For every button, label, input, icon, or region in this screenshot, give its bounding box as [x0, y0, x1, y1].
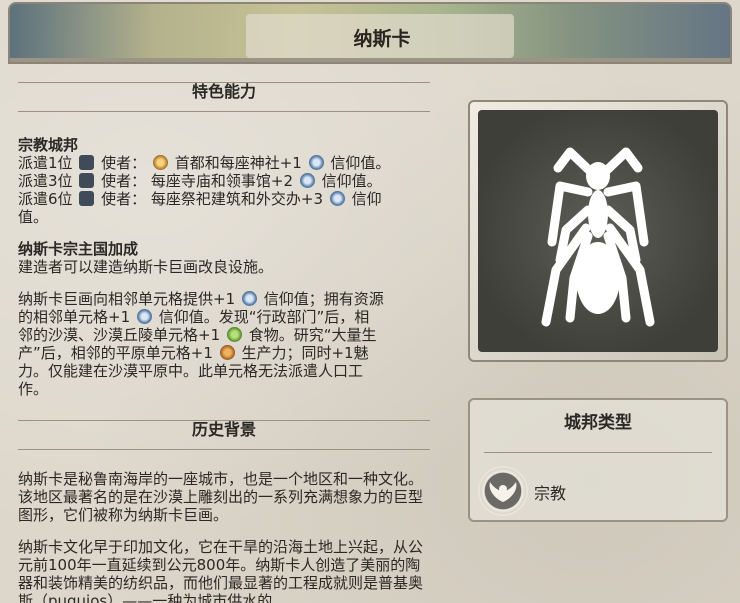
envoy-line-1: 派遣1位 使者： 首都和每座神社+1 信仰值。 [18, 154, 430, 172]
citystate-bonus-block: 宗教城邦 派遣1位 使者： 首都和每座神社+1 信仰值。 派遣3位 使者： 每座… [18, 136, 430, 398]
faith-icon [308, 155, 324, 170]
left-column: 特色能力 宗教城邦 派遣1位 使者： 首都和每座神社+1 信仰值。 派遣3位 使… [18, 70, 430, 603]
envoy-bonus: 每座寺庙和领事馆+2 [150, 172, 294, 190]
envoy-icon [79, 191, 95, 206]
history-paragraph-1: 纳斯卡是秘鲁南海岸的一座城市，也是一个地区和一种文化。该地区最著名的是在沙漠上雕… [18, 470, 424, 524]
envoy-icon [79, 155, 95, 170]
envoy-label: 使者： [101, 172, 147, 190]
citystate-title: 宗教城邦 [18, 136, 79, 154]
envoy-count: 派遣6位 [18, 190, 73, 208]
section-heading-abilities: 特色能力 [18, 70, 430, 114]
envoy-bonus: 每座祭祀建筑和外交办+3 [150, 190, 324, 208]
envoy-line-6-tail: 值。 [18, 208, 49, 226]
desc-part: 信仰值。发现“行政部门”后，相 [158, 308, 370, 326]
production-icon [219, 345, 235, 360]
faith-icon [136, 309, 152, 324]
history-paragraph-2: 纳斯卡文化早于印加文化，它在干旱的沿海土地上兴起，从公元前100年一直延续到公元… [18, 538, 424, 603]
suzerain-text: 建造者可以建造纳斯卡巨画改良设施。 [18, 258, 274, 276]
envoy-count: 派遣3位 [18, 172, 73, 190]
faith-icon [241, 291, 257, 306]
faith-icon [329, 191, 345, 206]
desc-part: 力。仅能建在沙漠平原中。此单元格无法派遣人口工 [18, 362, 364, 380]
page-title: 纳斯卡 [353, 28, 411, 50]
citystate-type-label: 宗教 [534, 484, 567, 503]
history-block: 纳斯卡是秘鲁南海岸的一座城市，也是一个地区和一种文化。该地区最著名的是在沙漠上雕… [18, 470, 430, 603]
desc-part: 的相邻单元格+1 [18, 308, 131, 326]
suzerain-title: 纳斯卡宗主国加成 [18, 240, 139, 258]
desc-part: 信仰值；拥有资源 [263, 290, 384, 308]
desc-part: 作。 [18, 380, 49, 398]
food-icon [226, 327, 242, 342]
envoy-line-3: 派遣3位 使者： 每座寺庙和领事馆+2 信仰值。 [18, 172, 430, 190]
envoy-bonus-tail: 信仰 [351, 190, 382, 208]
envoy-line-6: 派遣6位 使者： 每座祭祀建筑和外交办+3 信仰 [18, 190, 430, 208]
desc-part: 产”后，相邻的平原单元格+1 [18, 344, 213, 362]
spider-icon [541, 147, 655, 327]
capital-star-icon [152, 155, 168, 170]
nazca-lines-description: 纳斯卡巨画向相邻单元格提供+1 信仰值；拥有资源 的相邻单元格+1 信仰值。发现… [18, 290, 430, 398]
desc-part: 食物。研究“大量生 [248, 326, 377, 344]
desc-part: 纳斯卡巨画向相邻单元格提供+1 [18, 290, 236, 308]
emblem-background [478, 110, 718, 352]
religion-wings-icon [478, 466, 528, 516]
desc-part: 邻的沙漠、沙漠丘陵单元格+1 [18, 326, 221, 344]
header-divider [10, 58, 730, 62]
envoy-bonus: 首都和每座神社+1 [174, 154, 302, 172]
envoy-label: 使者： [101, 190, 147, 208]
citystate-type-title: 城邦类型 [564, 413, 632, 433]
divider [484, 452, 712, 453]
faith-icon [299, 173, 315, 188]
citystate-type-panel: 城邦类型 宗教 [468, 398, 728, 522]
envoy-bonus-tail: 信仰值。 [330, 154, 391, 172]
envoy-icon [79, 173, 95, 188]
header-banner: 纳斯卡 [8, 2, 732, 64]
section-heading-history: 历史背景 [18, 408, 430, 452]
desc-part: 生产力；同时+1魅 [241, 344, 369, 362]
citystate-emblem-frame [468, 100, 728, 362]
envoy-label: 使者： [101, 154, 147, 172]
envoy-bonus-tail: 信仰值。 [321, 172, 382, 190]
envoy-count: 派遣1位 [18, 154, 73, 172]
